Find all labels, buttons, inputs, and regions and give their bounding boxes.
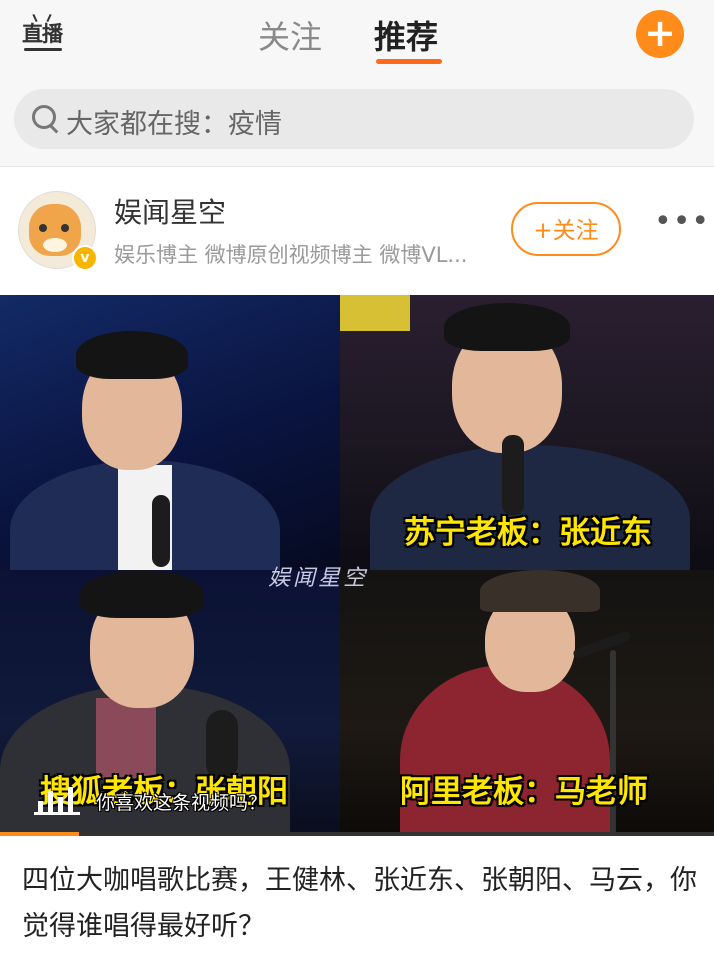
stage-light (340, 295, 410, 331)
author-description: 娱乐博主 微博原创视频博主 微博VL... (114, 243, 468, 267)
video-feedback-prompt[interactable]: 你喜欢这条视频吗？ (96, 788, 267, 815)
video-panel-top-right: 苏宁老板：张近东 (340, 295, 714, 570)
search-icon (32, 105, 56, 129)
microphone (502, 435, 524, 515)
audio-bars-icon (34, 785, 80, 815)
microphone (572, 630, 632, 660)
top-nav: 直播 关注 推荐 + (0, 0, 714, 78)
person-hair (80, 570, 204, 618)
tab-recommend[interactable]: 推荐 (374, 12, 438, 58)
video-caption: 苏宁老板：张近东 (404, 515, 652, 551)
video-panel-top-left (0, 295, 340, 570)
verified-badge-icon: v (72, 245, 98, 271)
video-progress-bar[interactable] (0, 832, 714, 836)
more-options-icon[interactable]: ••• (654, 207, 709, 237)
follow-button[interactable]: +关注 (511, 202, 621, 256)
search-bar[interactable]: 大家都在搜：疫情 (14, 89, 694, 149)
post-author-row: v 娱闻星空 娱乐博主 微博原创视频博主 微博VL... +关注 ••• (0, 167, 714, 295)
video-player[interactable]: 苏宁老板：张近东 搜狐老板：张朝阳 阿里老板：马老师 娱闻星空 你喜欢这条视频吗… (0, 295, 714, 836)
person-cap (480, 570, 600, 612)
cat-avatar-icon (29, 204, 81, 256)
search-area: 大家都在搜：疫情 (0, 78, 714, 167)
video-progress-fill (0, 832, 79, 836)
live-button[interactable]: 直播 (22, 13, 66, 58)
person-hair (76, 331, 188, 379)
microphone (152, 495, 170, 567)
tab-follow[interactable]: 关注 (258, 12, 322, 58)
video-caption: 阿里老板：马老师 (400, 774, 648, 810)
video-panel-bottom-right: 阿里老板：马老师 (340, 570, 714, 836)
live-label: 直播 (22, 22, 63, 46)
author-name[interactable]: 娱闻星空 (114, 191, 226, 231)
person-hair (444, 303, 570, 351)
post-text[interactable]: 四位大咖唱歌比赛，王健林、张近东、张朝阳、马云，你觉得谁唱得最好听？ (22, 858, 702, 950)
search-placeholder: 大家都在搜：疫情 (66, 109, 282, 140)
active-tab-indicator (376, 59, 442, 64)
tv-base-icon (24, 48, 62, 51)
add-button[interactable]: + (636, 10, 684, 58)
video-watermark: 娱闻星空 (268, 566, 369, 591)
